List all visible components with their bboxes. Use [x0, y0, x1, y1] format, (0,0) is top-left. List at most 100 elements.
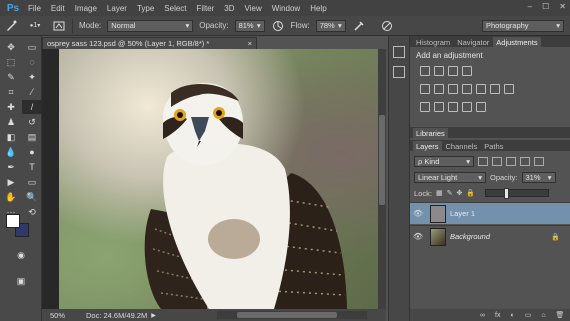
blur-tool-icon[interactable]: 💧: [1, 145, 21, 159]
layer-kind-filter[interactable]: ρ Kind ▾: [414, 155, 474, 167]
photo-filter-icon[interactable]: [476, 84, 486, 94]
menu-help[interactable]: Help: [305, 4, 331, 13]
eye-icon[interactable]: 👁: [410, 209, 426, 218]
close-window-button[interactable]: ✕: [559, 2, 566, 11]
color-balance-icon[interactable]: [448, 84, 458, 94]
eye-icon[interactable]: 👁: [410, 232, 426, 241]
adjustment-filter-icon[interactable]: [492, 156, 502, 166]
layer-name[interactable]: Layer 1: [450, 209, 475, 218]
brightness-contrast-icon[interactable]: [420, 66, 430, 76]
vibrance-icon[interactable]: [420, 84, 430, 94]
menu-edit[interactable]: Edit: [46, 4, 70, 13]
layer-name[interactable]: Background: [450, 232, 490, 241]
color-swatches[interactable]: [6, 214, 32, 240]
properties-icon[interactable]: [393, 66, 405, 78]
new-group-icon[interactable]: ▭: [525, 311, 532, 319]
canvas[interactable]: [59, 49, 378, 309]
color-lookup-icon[interactable]: [504, 84, 514, 94]
menu-image[interactable]: Image: [70, 4, 102, 13]
curves-icon[interactable]: [448, 66, 458, 76]
selective-color-icon[interactable]: [476, 102, 486, 112]
pixel-filter-icon[interactable]: [478, 156, 488, 166]
maximize-button[interactable]: ☐: [542, 2, 549, 11]
brush-tool-icon[interactable]: [4, 19, 18, 33]
gradient-map-icon[interactable]: [462, 102, 472, 112]
screen-mode-icon[interactable]: ▣: [11, 274, 31, 288]
menu-window[interactable]: Window: [267, 4, 305, 13]
posterize-icon[interactable]: [434, 102, 444, 112]
tab-layers[interactable]: Layers: [413, 141, 442, 151]
tab-paths[interactable]: Paths: [481, 141, 506, 151]
hue-saturation-icon[interactable]: [434, 84, 444, 94]
channel-mixer-icon[interactable]: [490, 84, 500, 94]
lasso-tool-icon[interactable]: ◌: [22, 55, 42, 69]
scrollbar-thumb[interactable]: [379, 115, 385, 205]
magic-wand-tool-icon[interactable]: ✦: [22, 70, 42, 84]
blend-mode-select[interactable]: Linear Light ▾: [414, 171, 486, 183]
tab-navigator[interactable]: Navigator: [454, 37, 492, 47]
marquee-tool-icon[interactable]: ⬚: [1, 55, 21, 69]
new-layer-icon[interactable]: ⌂: [541, 312, 545, 319]
history-brush-tool-icon[interactable]: ↺: [22, 115, 42, 129]
flow-field[interactable]: 78% ▾: [315, 19, 346, 32]
menu-type[interactable]: Type: [132, 4, 159, 13]
crop-tool-icon[interactable]: ⌗: [1, 85, 21, 99]
tab-channels[interactable]: Channels: [443, 141, 481, 151]
invert-icon[interactable]: [420, 102, 430, 112]
threshold-icon[interactable]: [448, 102, 458, 112]
pressure-size-icon[interactable]: [380, 19, 394, 33]
airbrush-icon[interactable]: [352, 19, 366, 33]
shape-tool-icon[interactable]: ▭: [22, 175, 42, 189]
type-tool-icon[interactable]: T: [22, 160, 42, 174]
opacity-field[interactable]: 81% ▾: [234, 19, 265, 32]
menu-3d[interactable]: 3D: [219, 4, 239, 13]
scrollbar-thumb[interactable]: [237, 312, 337, 318]
clone-stamp-tool-icon[interactable]: ♟: [1, 115, 21, 129]
type-filter-icon[interactable]: [506, 156, 516, 166]
add-mask-icon[interactable]: ◐: [510, 312, 514, 319]
eraser-tool-icon[interactable]: ◧: [1, 130, 21, 144]
close-icon[interactable]: ×: [248, 39, 256, 48]
history-icon[interactable]: [393, 46, 405, 58]
zoom-tool-icon[interactable]: 🔍: [22, 190, 42, 204]
layer-opacity-field[interactable]: 31% ▾: [521, 171, 556, 183]
horizontal-scrollbar[interactable]: [217, 311, 367, 319]
lock-position-icon[interactable]: ✥: [456, 189, 462, 197]
mode-select[interactable]: Normal ▾: [107, 19, 194, 32]
layer-style-icon[interactable]: fx: [495, 312, 500, 319]
black-white-icon[interactable]: [462, 84, 472, 94]
exposure-icon[interactable]: [462, 66, 472, 76]
menu-view[interactable]: View: [240, 4, 267, 13]
hand-tool-icon[interactable]: ✋: [1, 190, 21, 204]
delete-layer-icon[interactable]: 🗑: [556, 311, 565, 319]
layer-row[interactable]: 👁 Layer 1: [410, 202, 570, 224]
slider-handle[interactable]: [504, 188, 510, 199]
menu-select[interactable]: Select: [159, 4, 191, 13]
minimize-button[interactable]: –: [528, 2, 532, 11]
gradient-tool-icon[interactable]: ▤: [22, 130, 42, 144]
pressure-opacity-icon[interactable]: [271, 19, 285, 33]
layer-row[interactable]: 👁 Background 🔒: [410, 225, 570, 247]
workspace-select[interactable]: Photography ▾: [482, 19, 564, 32]
levels-icon[interactable]: [434, 66, 444, 76]
vertical-scrollbar[interactable]: [378, 49, 386, 309]
path-selection-tool-icon[interactable]: ▶: [1, 175, 21, 189]
eyedropper-tool-icon[interactable]: ⁄: [22, 85, 42, 99]
smart-object-filter-icon[interactable]: [534, 156, 544, 166]
lock-pixels-icon[interactable]: ✎: [447, 189, 453, 197]
document-tab[interactable]: osprey sass 123.psd @ 50% (Layer 1, RGB/…: [42, 37, 257, 49]
spot-healing-tool-icon[interactable]: ✚: [1, 100, 21, 114]
tab-adjustments[interactable]: Adjustments: [493, 37, 541, 47]
zoom-level[interactable]: 50%: [42, 311, 68, 320]
dodge-tool-icon[interactable]: ●: [22, 145, 42, 159]
quick-select-tool-icon[interactable]: ✎: [1, 70, 21, 84]
menu-layer[interactable]: Layer: [102, 4, 132, 13]
brush-tool-icon[interactable]: /: [22, 100, 42, 114]
move-tool-icon[interactable]: ✥: [1, 40, 21, 54]
brush-panel-icon[interactable]: [52, 19, 66, 33]
menu-filter[interactable]: Filter: [192, 4, 220, 13]
lock-all-icon[interactable]: 🔒: [466, 189, 475, 197]
artboard-tool-icon[interactable]: ▭: [22, 40, 42, 54]
opacity-slider[interactable]: [485, 188, 550, 199]
status-menu-arrow-icon[interactable]: ▶: [151, 312, 156, 319]
